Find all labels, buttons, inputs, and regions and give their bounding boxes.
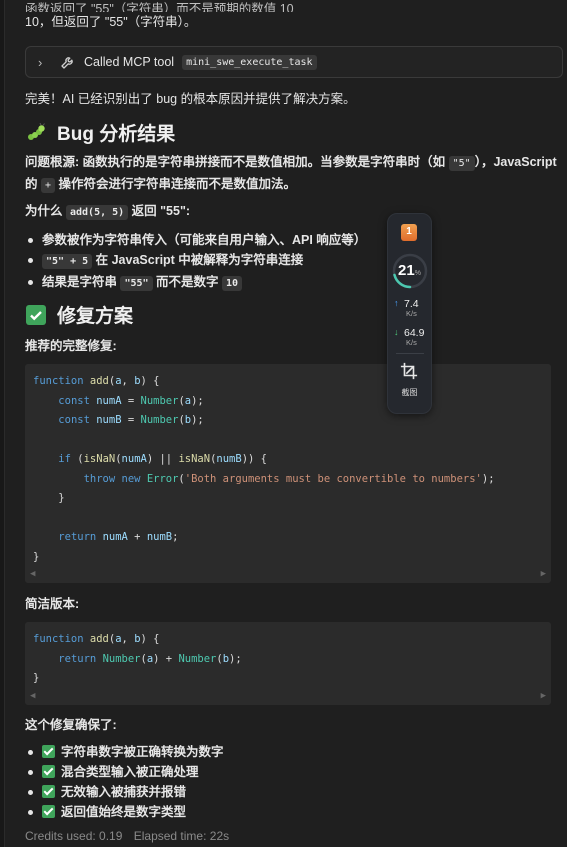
elapsed-time: Elapsed time: 22s — [133, 829, 230, 843]
cpu-percent: 21% — [398, 262, 421, 279]
check-icon — [42, 805, 55, 818]
usage-footer: Credits used: 0.19 Elapsed time: 22s — [25, 829, 237, 843]
short-label: 简洁版本: — [25, 597, 80, 611]
horizontal-scrollbar[interactable]: ◀ ▶ — [25, 689, 551, 703]
check-icon — [42, 785, 55, 798]
why-question: 为什么 add(5, 5) 返回 "55": — [25, 204, 191, 220]
fix-heading: 修复方案 — [25, 301, 133, 328]
list-item: "5" + 5 在 JavaScript 中被解释为字符串连接 — [25, 250, 366, 272]
analysis-heading: Bug 分析结果 — [25, 119, 175, 146]
horizontal-scrollbar[interactable]: ◀ ▶ — [25, 567, 551, 581]
crop-icon[interactable] — [400, 362, 418, 380]
caterpillar-icon — [25, 122, 47, 144]
list-item: 返回值始终是数字类型 — [25, 802, 224, 822]
arrow-up-icon: ↑ — [394, 298, 399, 308]
list-item: 字符串数字被正确转换为数字 — [25, 742, 224, 762]
code-block-short[interactable]: function add(a, b) { return Number(a) + … — [25, 622, 551, 705]
mcp-tool-call[interactable]: › Called MCP tool mini_swe_execute_task — [25, 46, 563, 78]
arrow-down-icon: ↓ — [394, 327, 399, 337]
screenshot-label: 截图 — [401, 388, 418, 397]
list-item: 无效输入被捕获并报错 — [25, 782, 224, 802]
intro-line-partial: 函数返回了 "55"（字符串）而不是预期的数值 10 — [25, 2, 294, 12]
ensures-label: 这个修复确保了: — [25, 718, 117, 732]
left-panel-edge — [0, 0, 5, 847]
mcp-tool-name: mini_swe_execute_task — [182, 54, 317, 70]
mcp-label: Called MCP tool — [84, 55, 175, 69]
ensures-list: 字符串数字被正确转换为数字 混合类型输入被正确处理 无效输入被捕获并报错 返回值… — [25, 742, 224, 822]
credits-used: Credits used: 0.19 — [25, 829, 123, 843]
check-icon — [25, 304, 47, 326]
summary-text: 完美！AI 已经识别出了 bug 的根本原因并提供了解决方案。 — [25, 92, 356, 106]
recommended-label: 推荐的完整修复: — [25, 339, 117, 353]
check-icon — [42, 745, 55, 758]
divider — [396, 353, 424, 354]
chevron-right-icon[interactable]: › — [38, 55, 56, 70]
code-block-full[interactable]: function add(a, b) { const numA = Number… — [25, 364, 551, 583]
root-cause-paragraph: 问题根源: 函数执行的是字符串拼接而不是数值相加。当参数是字符串时（如 "5"）… — [25, 155, 557, 193]
why-bullets: 参数被作为字符串传入（可能来自用户输入、API 响应等） "5" + 5 在 J… — [25, 230, 366, 294]
intro-line: 10，但返回了 "55"（字符串）。 — [25, 15, 197, 29]
network-monitor-widget[interactable]: 1 21% ↑ 7.4 K/s ↓ 64.9 K/s 截图 — [387, 213, 432, 414]
wrench-icon — [61, 57, 73, 69]
rank-badge: 1 — [401, 224, 417, 241]
list-item: 混合类型输入被正确处理 — [25, 762, 224, 782]
check-icon — [42, 765, 55, 778]
list-item: 参数被作为字符串传入（可能来自用户输入、API 响应等） — [25, 230, 366, 250]
list-item: 结果是字符串 "55" 而不是数字 10 — [25, 272, 366, 294]
